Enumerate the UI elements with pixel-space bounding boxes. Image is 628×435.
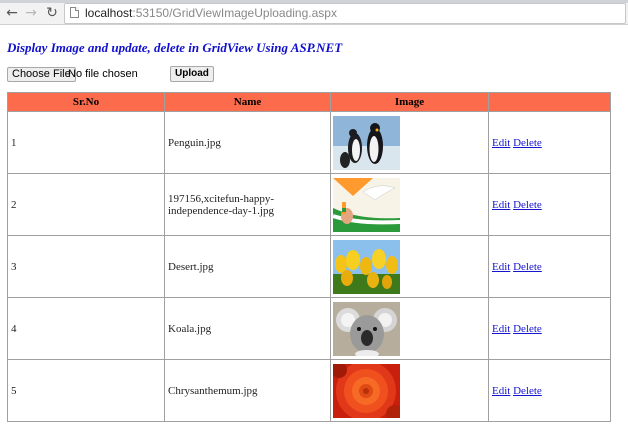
url-path: :53150/GridViewImageUploading.aspx <box>132 6 337 20</box>
delete-link[interactable]: Delete <box>513 261 542 273</box>
header-name: Name <box>164 92 331 112</box>
edit-link[interactable]: Edit <box>492 137 510 149</box>
table-row: 4 Koala.jpg Edit Delete <box>7 297 611 360</box>
browser-toolbar: ← → ↻ localhost:53150/GridViewImageUploa… <box>0 0 628 25</box>
table-row: 3 Desert.jpg Edit Delete <box>7 235 611 298</box>
table-row: 1 Penguin.jpg Edit Delete <box>7 111 611 174</box>
image-gridview: Sr.No Name Image 1 Penguin.jpg Edit Dele… <box>7 92 611 422</box>
edit-link[interactable]: Edit <box>492 385 510 397</box>
no-file-chosen-label: No file chosen <box>68 68 138 80</box>
name-cell: 197156,xcitefun-happy-independence-day-1… <box>164 173 331 236</box>
reload-icon[interactable]: ↻ <box>44 5 60 21</box>
page-icon <box>70 7 79 18</box>
page-title: Display Image and update, delete in Grid… <box>7 40 343 55</box>
url-host: localhost <box>85 6 133 20</box>
sr-no-cell: 3 <box>7 235 165 298</box>
upload-button[interactable]: Upload <box>170 66 214 82</box>
grid-header-row: Sr.No Name Image <box>7 92 611 112</box>
sr-no-cell: 5 <box>7 359 165 422</box>
name-cell: Desert.jpg <box>164 235 331 298</box>
back-arrow-icon[interactable]: ← <box>4 5 20 21</box>
penguin-thumbnail <box>333 115 400 170</box>
table-row: 5 Chrysanthemum.jpg Edit Delete <box>7 359 611 422</box>
actions-cell: Edit Delete <box>488 111 611 174</box>
name-cell: Penguin.jpg <box>164 111 331 174</box>
image-cell <box>330 359 489 422</box>
chrysanthemum-thumbnail <box>333 363 400 418</box>
actions-cell: Edit Delete <box>488 359 611 422</box>
edit-link[interactable]: Edit <box>492 199 510 211</box>
koala-thumbnail <box>333 301 400 356</box>
image-cell <box>330 111 489 174</box>
actions-cell: Edit Delete <box>488 297 611 360</box>
delete-link[interactable]: Delete <box>513 137 542 149</box>
header-image: Image <box>330 92 489 112</box>
address-bar[interactable]: localhost:53150/GridViewImageUploading.a… <box>64 3 626 24</box>
image-cell <box>330 235 489 298</box>
actions-cell: Edit Delete <box>488 235 611 298</box>
delete-link[interactable]: Delete <box>513 323 542 335</box>
header-actions <box>488 92 611 112</box>
sr-no-cell: 1 <box>7 111 165 174</box>
independence-day-thumbnail <box>333 177 400 232</box>
name-cell: Chrysanthemum.jpg <box>164 359 331 422</box>
tulips-thumbnail <box>333 239 400 294</box>
image-cell <box>330 297 489 360</box>
edit-link[interactable]: Edit <box>492 323 510 335</box>
actions-cell: Edit Delete <box>488 173 611 236</box>
forward-arrow-icon[interactable]: → <box>23 5 39 21</box>
image-cell <box>330 173 489 236</box>
url-text[interactable]: localhost:53150/GridViewImageUploading.a… <box>85 5 337 21</box>
delete-link[interactable]: Delete <box>513 385 542 397</box>
sr-no-cell: 2 <box>7 173 165 236</box>
choose-file-button[interactable]: Choose File <box>7 67 76 82</box>
edit-link[interactable]: Edit <box>492 261 510 273</box>
name-cell: Koala.jpg <box>164 297 331 360</box>
header-sr-no: Sr.No <box>7 92 165 112</box>
sr-no-cell: 4 <box>7 297 165 360</box>
delete-link[interactable]: Delete <box>513 199 542 211</box>
table-row: 2 197156,xcitefun-happy-independence-day… <box>7 173 611 236</box>
